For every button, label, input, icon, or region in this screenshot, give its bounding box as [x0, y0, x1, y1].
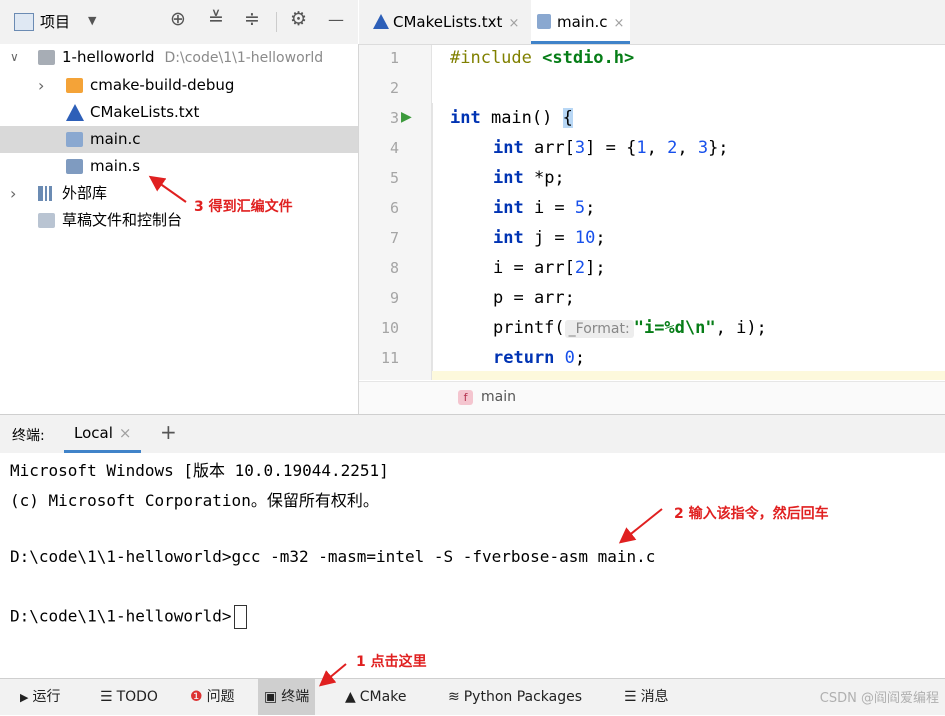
annotation-arrows	[148, 175, 663, 687]
annotation-1: 1 点击这里	[356, 654, 427, 670]
annotation-2: 2 输入该指令，然后回车	[674, 506, 829, 522]
annotation-arrow-1	[318, 663, 347, 687]
annotation-arrow-3	[148, 175, 187, 203]
annotation-arrow-2	[618, 508, 663, 544]
annotation-3: 3 得到汇编文件	[194, 199, 293, 215]
